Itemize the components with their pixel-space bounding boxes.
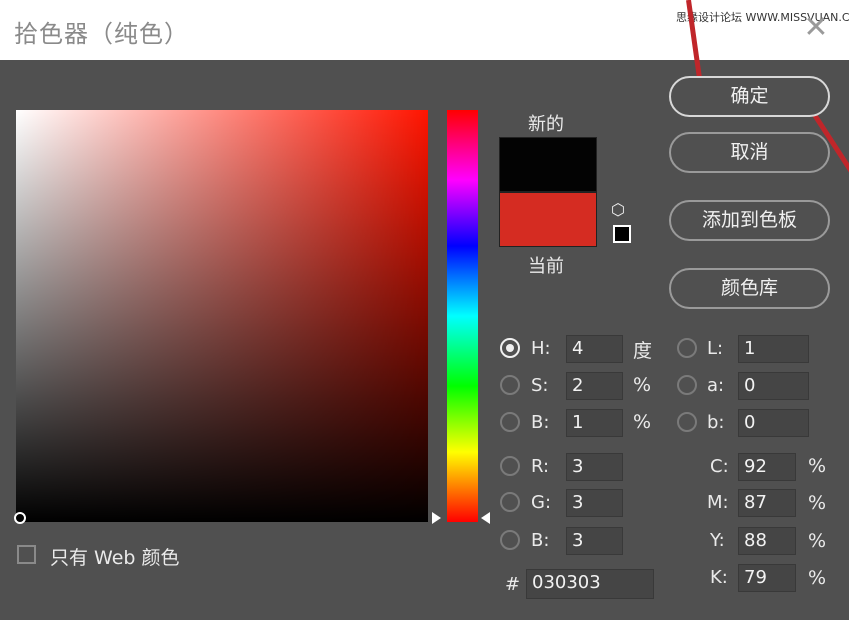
input-k[interactable]: 79 <box>738 564 796 592</box>
radio-rgb-b[interactable] <box>500 530 520 550</box>
label-k: K: <box>710 567 728 588</box>
unit-k: % <box>808 567 827 589</box>
input-s[interactable]: 2 <box>566 372 623 400</box>
input-rgb-b[interactable]: 3 <box>566 527 623 555</box>
hue-slider-handle-right[interactable] <box>481 512 490 524</box>
new-color-swatch <box>499 137 597 192</box>
input-c[interactable]: 92 <box>738 453 796 481</box>
current-color-label: 当前 <box>528 256 564 277</box>
radio-s[interactable] <box>500 375 520 395</box>
web-only-checkbox[interactable] <box>17 545 36 564</box>
hue-slider-handle-left[interactable] <box>432 512 441 524</box>
input-y[interactable]: 88 <box>738 527 796 555</box>
current-color-swatch[interactable] <box>499 192 597 247</box>
cube-icon[interactable]: ⬡ <box>611 200 625 219</box>
label-g: G: <box>531 492 552 513</box>
input-h[interactable]: 4 <box>566 335 623 363</box>
input-lab-b[interactable]: 0 <box>738 409 809 437</box>
cancel-button[interactable]: 取消 <box>669 132 830 173</box>
label-y: Y: <box>710 530 725 551</box>
unit-b: % <box>633 411 652 433</box>
input-r[interactable]: 3 <box>566 453 623 481</box>
title-bar: 拾色器（纯色） 思缘设计论坛 WWW.MISSVUAN.COM ✕ <box>0 0 849 60</box>
unit-m: % <box>808 492 827 514</box>
hue-slider[interactable] <box>447 110 478 522</box>
unit-c: % <box>808 455 827 477</box>
unit-y: % <box>808 530 827 552</box>
input-l[interactable]: 1 <box>738 335 809 363</box>
label-m: M: <box>707 492 729 513</box>
input-hex[interactable]: 030303 <box>526 569 654 599</box>
input-a[interactable]: 0 <box>738 372 809 400</box>
label-s: S: <box>531 375 549 396</box>
label-hex: # <box>505 574 521 595</box>
radio-h[interactable] <box>500 338 520 358</box>
label-a: a: <box>707 375 725 396</box>
label-r: R: <box>531 456 550 477</box>
label-l: L: <box>707 338 724 359</box>
new-color-label: 新的 <box>528 114 564 135</box>
radio-g[interactable] <box>500 492 520 512</box>
label-h: H: <box>531 338 551 359</box>
radio-lab-b[interactable] <box>677 412 697 432</box>
radio-a[interactable] <box>677 375 697 395</box>
radio-b[interactable] <box>500 412 520 432</box>
label-c: C: <box>710 456 729 477</box>
web-only-label: 只有 Web 颜色 <box>50 547 180 569</box>
input-g[interactable]: 3 <box>566 489 623 517</box>
ok-button[interactable]: 确定 <box>669 76 830 117</box>
color-field-marker[interactable] <box>14 512 26 524</box>
add-to-swatches-button[interactable]: 添加到色板 <box>669 200 830 241</box>
unit-s: % <box>633 374 652 396</box>
input-b[interactable]: 1 <box>566 409 623 437</box>
label-b: B: <box>531 412 550 433</box>
label-rgb-b: B: <box>531 530 550 551</box>
radio-r[interactable] <box>500 456 520 476</box>
color-libraries-button[interactable]: 颜色库 <box>669 268 830 309</box>
close-icon[interactable]: ✕ <box>800 12 832 44</box>
saturation-brightness-field[interactable] <box>14 110 428 524</box>
websafe-swatch-icon[interactable] <box>613 225 631 243</box>
unit-h: 度 <box>633 340 653 362</box>
input-m[interactable]: 87 <box>738 489 796 517</box>
radio-l[interactable] <box>677 338 697 358</box>
dialog-title: 拾色器（纯色） <box>14 20 189 48</box>
label-lab-b: b: <box>707 412 725 433</box>
